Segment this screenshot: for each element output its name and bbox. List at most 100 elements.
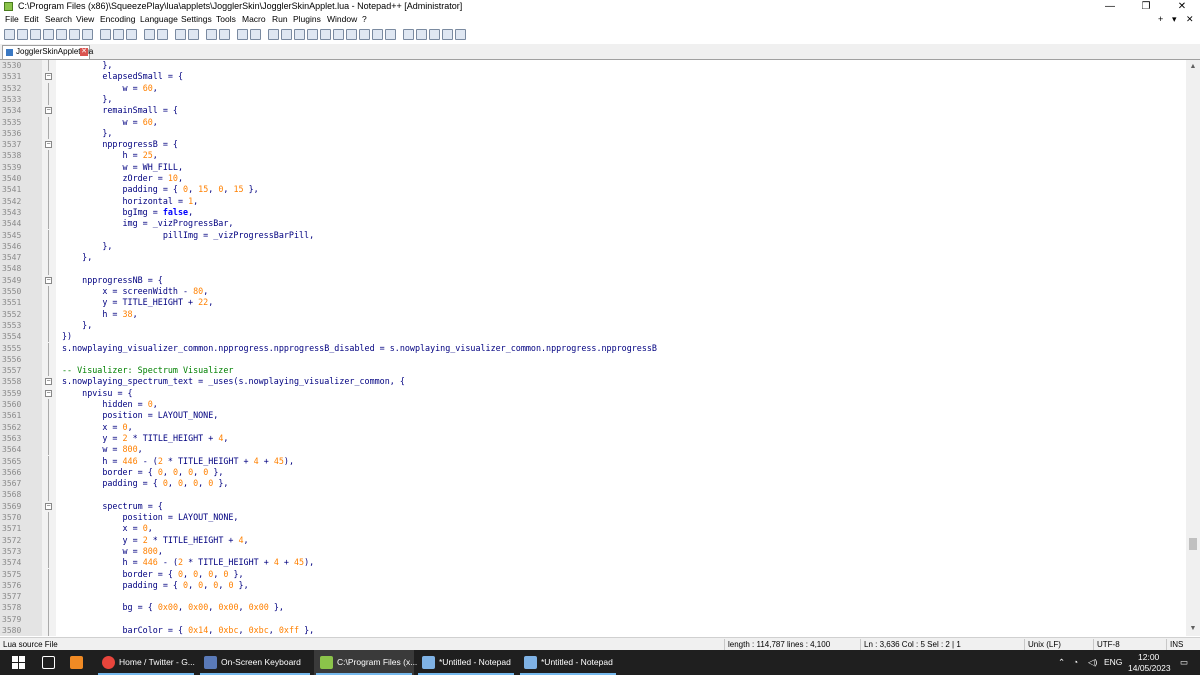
code-line[interactable]: 3540 zOrder = 10,: [0, 173, 1186, 185]
tab-list-dropdown-icon[interactable]: ▾: [1172, 14, 1177, 25]
code-line[interactable]: 3545 pillImg = _vizProgressBarPill,: [0, 229, 1186, 241]
taskbar-item[interactable]: On-Screen Keyboard: [198, 650, 312, 675]
code-line[interactable]: 3533 },: [0, 93, 1186, 106]
fold-toggle-icon[interactable]: −: [45, 141, 52, 149]
sync-vertical-icon[interactable]: [237, 29, 248, 40]
menu-window[interactable]: Window: [327, 14, 357, 24]
redo-icon[interactable]: [157, 29, 168, 40]
code-line[interactable]: 3554}): [0, 331, 1186, 343]
code-line[interactable]: 3539 w = WH_FILL,: [0, 161, 1186, 173]
user-defined-icon[interactable]: [372, 29, 383, 40]
code-line[interactable]: 3542 horizontal = 1,: [0, 195, 1186, 207]
play-macro-icon[interactable]: [429, 29, 440, 40]
code-line[interactable]: 3537 − npprogressB = {: [0, 139, 1186, 150]
menu-run[interactable]: Run: [272, 14, 288, 24]
save-icon[interactable]: [30, 29, 41, 40]
minimize-button[interactable]: —: [1092, 0, 1128, 13]
code-line[interactable]: 3578 bg = { 0x00, 0x00, 0x00, 0x00 },: [0, 602, 1186, 614]
language-indicator[interactable]: ENG: [1104, 657, 1122, 667]
code-line[interactable]: 3535 w = 60,: [0, 116, 1186, 128]
code-line[interactable]: 3566 border = { 0, 0, 0, 0 },: [0, 466, 1186, 479]
notifications-icon[interactable]: ▭: [1180, 657, 1188, 668]
menu-edit[interactable]: Edit: [24, 14, 39, 24]
code-line[interactable]: 3574 h = 446 - (2 * TITLE_HEIGHT + 4 + 4…: [0, 557, 1186, 569]
record-macro-icon[interactable]: [403, 29, 414, 40]
open-file-icon[interactable]: [17, 29, 28, 40]
zoom-out-icon[interactable]: [219, 29, 230, 40]
code-line[interactable]: 3551 y = TITLE_HEIGHT + 22,: [0, 297, 1186, 309]
code-line[interactable]: 3576 padding = { 0, 0, 0, 0 },: [0, 579, 1186, 592]
code-line[interactable]: 3569 − spectrum = {: [0, 501, 1186, 512]
show-all-chars-icon[interactable]: [281, 29, 292, 40]
sync-horizontal-icon[interactable]: [250, 29, 261, 40]
code-line[interactable]: 3573 w = 800,: [0, 545, 1186, 558]
menu-settings[interactable]: Settings: [181, 14, 212, 24]
fold-toggle-icon[interactable]: −: [45, 107, 52, 115]
doc-map-icon[interactable]: [320, 29, 331, 40]
copy-icon[interactable]: [113, 29, 124, 40]
scrollbar-thumb[interactable]: [1189, 538, 1197, 550]
code-line[interactable]: 3550 x = screenWidth - 80,: [0, 286, 1186, 298]
menu-file[interactable]: File: [5, 14, 19, 24]
indent-guide-icon[interactable]: [294, 29, 305, 40]
paste-icon[interactable]: [126, 29, 137, 40]
code-line[interactable]: 3547 },: [0, 252, 1186, 264]
menu-plugins[interactable]: Plugins: [293, 14, 321, 24]
fold-toggle-icon[interactable]: −: [45, 276, 52, 284]
code-line[interactable]: 3552 h = 38,: [0, 308, 1186, 320]
vertical-scrollbar[interactable]: ▲ ▼: [1186, 60, 1200, 636]
code-line[interactable]: 3579: [0, 613, 1186, 625]
find-icon[interactable]: [175, 29, 186, 40]
code-line[interactable]: 3546 },: [0, 240, 1186, 253]
print-icon[interactable]: [82, 29, 93, 40]
code-line[interactable]: 3536 },: [0, 127, 1186, 140]
task-view-button[interactable]: [36, 650, 62, 675]
show-hidden-icons[interactable]: ⌃: [1058, 657, 1065, 668]
cut-icon[interactable]: [100, 29, 111, 40]
code-line[interactable]: 3561 position = LAYOUT_NONE,: [0, 410, 1186, 422]
taskbar-pinned-browser[interactable]: [64, 650, 90, 675]
fold-toggle-icon[interactable]: −: [45, 73, 52, 81]
fold-toggle-icon[interactable]: −: [45, 502, 52, 510]
code-line[interactable]: 3571 x = 0,: [0, 523, 1186, 535]
code-editor[interactable]: 3530 }, 3531− elapsedSmall = {3532 w = 60…: [0, 60, 1186, 636]
menu-macro[interactable]: Macro: [242, 14, 266, 24]
menu-encoding[interactable]: Encoding: [100, 14, 135, 24]
code-line[interactable]: 3553 },: [0, 319, 1186, 332]
taskbar-item[interactable]: C:\Program Files (x...: [314, 650, 417, 675]
code-line[interactable]: 3565 h = 446 - (2 * TITLE_HEIGHT + 4 + 4…: [0, 455, 1186, 467]
code-line[interactable]: 3544 img = _vizProgressBar,: [0, 218, 1186, 230]
code-line[interactable]: 3572 y = 2 * TITLE_HEIGHT + 4,: [0, 534, 1186, 546]
code-line[interactable]: 3555 s.nowplaying_visualizer_common.nppro…: [0, 342, 1186, 354]
clock-time[interactable]: 12:00: [1138, 652, 1159, 662]
close-all-icon[interactable]: [69, 29, 80, 40]
code-line[interactable]: 3558 − s.nowplaying_spectrum_text = _uses(…: [0, 376, 1186, 387]
fold-toggle-icon[interactable]: −: [45, 389, 52, 397]
code-line[interactable]: 3549 − npprogressNB = {: [0, 275, 1186, 286]
taskbar-item[interactable]: *Untitled - Notepad: [416, 650, 516, 675]
code-line[interactable]: 3557 -- Visualizer: Spectrum Visualizer: [0, 365, 1186, 377]
menu-tools[interactable]: Tools: [216, 14, 236, 24]
taskbar-item[interactable]: *Untitled - Notepad: [518, 650, 618, 675]
folder-workspace-icon[interactable]: [346, 29, 357, 40]
monitoring-icon[interactable]: [359, 29, 370, 40]
lang-define-icon[interactable]: [307, 29, 318, 40]
zoom-in-icon[interactable]: [206, 29, 217, 40]
code-line[interactable]: 3568: [0, 489, 1186, 501]
replace-icon[interactable]: [188, 29, 199, 40]
close-icon[interactable]: [56, 29, 67, 40]
network-icon[interactable]: ◔: [1073, 657, 1078, 667]
code-line[interactable]: 3564 w = 800,: [0, 444, 1186, 456]
code-line[interactable]: 3570 position = LAYOUT_NONE,: [0, 512, 1186, 524]
taskbar-item[interactable]: Home / Twitter - G...: [96, 650, 196, 675]
code-line[interactable]: 3531 − elapsedSmall = {: [0, 71, 1186, 82]
code-line[interactable]: 3556: [0, 353, 1186, 366]
tab-joggler-skin-applet[interactable]: JogglerSkinApplet.lua ✕: [2, 45, 93, 59]
code-line[interactable]: 3560 hidden = 0,: [0, 399, 1186, 411]
menu-help[interactable]: ?: [362, 14, 367, 24]
menu-language[interactable]: Language: [140, 14, 178, 24]
code-line[interactable]: 3534 − remainSmall = {: [0, 105, 1186, 116]
volume-icon[interactable]: ◁): [1088, 657, 1097, 668]
clock-date[interactable]: 14/05/2023: [1128, 663, 1171, 673]
code-line[interactable]: 3577: [0, 591, 1186, 603]
